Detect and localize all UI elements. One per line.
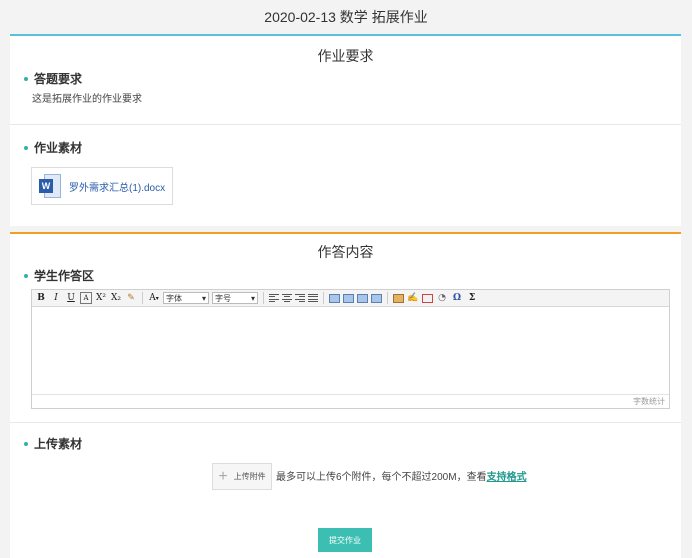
attachment-file[interactable]: W 罗外需求汇总(1).docx <box>31 167 173 205</box>
sigma-icon[interactable]: Σ <box>466 292 478 304</box>
toolbar-separator <box>263 292 264 304</box>
answer-edit-area[interactable] <box>32 307 669 394</box>
align-left-icon[interactable] <box>269 293 279 303</box>
toolbar-separator <box>387 292 388 304</box>
align-right-icon[interactable] <box>295 293 305 303</box>
requirements-card: 作业要求 答题要求 这是拓展作业的作业要求 作业素材 W 罗外需求汇总(1).d… <box>10 34 681 226</box>
divider <box>10 124 681 125</box>
image-right-icon[interactable] <box>357 293 368 303</box>
toolbar-separator <box>142 292 143 304</box>
insert-image-icon[interactable] <box>393 293 404 303</box>
submit-homework-button[interactable]: 提交作业 <box>318 528 372 552</box>
scribble-icon[interactable]: ✍ <box>407 292 419 304</box>
chevron-down-icon: ▾ <box>250 293 255 303</box>
font-color-button[interactable]: A ▾ <box>148 292 160 304</box>
answer-requirement-label: 答题要求 <box>24 70 82 87</box>
answer-card: 作答内容 学生作答区 B I U A X² X₂ ✎ A▾ 字体▾ 字号▾ <box>10 232 681 558</box>
subscript-button[interactable]: X₂ <box>110 292 122 304</box>
align-center-icon[interactable] <box>282 293 292 303</box>
bullet-icon <box>24 76 28 81</box>
image-center-icon[interactable] <box>371 293 382 303</box>
word-count: 字数统计 <box>32 394 669 408</box>
word-doc-icon: W <box>39 174 61 198</box>
upload-attachment-button[interactable]: + 上传附件 <box>212 463 272 490</box>
font-family-select[interactable]: 字体 ▾ <box>163 292 209 304</box>
supported-formats-link[interactable]: 支持格式 <box>487 472 527 483</box>
bold-button[interactable]: B <box>35 292 47 304</box>
font-border-button[interactable]: A <box>80 292 92 304</box>
upload-hint: 最多可以上传6个附件，每个不超过200M，查看支持格式 <box>276 472 527 483</box>
plus-icon: + <box>218 467 228 485</box>
format-brush-icon[interactable]: ✎ <box>125 292 137 304</box>
divider <box>10 422 681 423</box>
omega-icon[interactable]: Ω <box>451 292 463 304</box>
underline-button[interactable]: U <box>65 292 77 304</box>
requirements-title: 作业要求 <box>317 48 374 64</box>
chevron-down-icon: ▾ <box>201 293 206 303</box>
superscript-button[interactable]: X² <box>95 292 107 304</box>
editor-toolbar: B I U A X² X₂ ✎ A ▾ 字体 ▾ 字号 ▾ ✍ ◔ Ω Σ <box>32 290 669 307</box>
rich-text-editor: B I U A X² X₂ ✎ A ▾ 字体 ▾ 字号 ▾ ✍ ◔ Ω Σ 字数… <box>31 289 670 409</box>
italic-button[interactable]: I <box>50 292 62 304</box>
file-name-link[interactable]: 罗外需求汇总(1).docx <box>69 179 165 194</box>
clock-icon[interactable]: ◔ <box>436 292 448 304</box>
materials-label: 作业素材 <box>24 139 82 156</box>
page-title: 2020-02-13 数学 拓展作业 <box>0 0 692 34</box>
bullet-icon <box>24 145 28 150</box>
upload-label: 上传素材 <box>24 435 82 452</box>
image-inline-icon[interactable] <box>343 293 354 303</box>
answer-title: 作答内容 <box>317 244 374 260</box>
image-left-icon[interactable] <box>329 293 340 303</box>
align-justify-icon[interactable] <box>308 293 318 303</box>
calendar-icon[interactable] <box>422 293 433 303</box>
font-size-select[interactable]: 字号 ▾ <box>212 292 258 304</box>
toolbar-separator <box>323 292 324 304</box>
bullet-icon <box>24 441 28 446</box>
answer-requirement-text: 这是拓展作业的作业要求 <box>32 94 142 105</box>
bullet-icon <box>24 273 28 278</box>
student-area-label: 学生作答区 <box>24 267 94 284</box>
